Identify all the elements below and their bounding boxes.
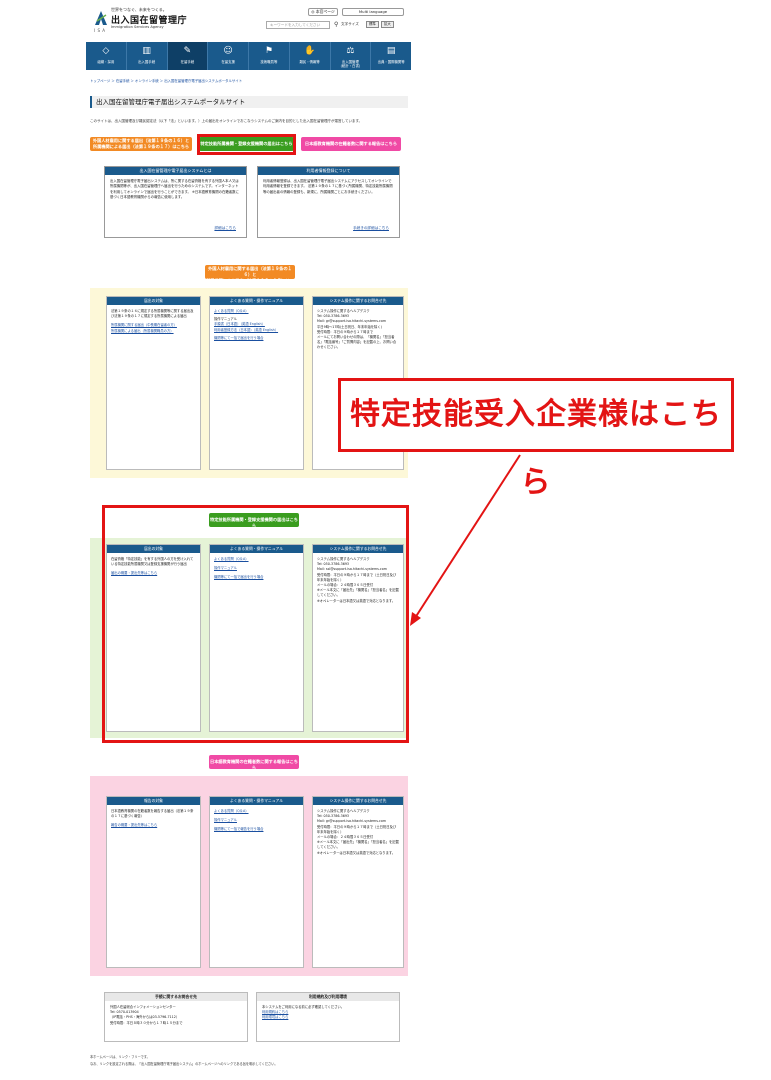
notice-target-column: 届出の対象 法第１９条の１６に規定する所属機関等に関する届出及び法第１９条の１７… <box>106 296 201 470</box>
font-size-label: 文字サイズ <box>341 22 359 26</box>
footer-note: なお、リンクを設定される際は、「出入国在留管理庁電子届出システム」のホームページ… <box>90 1062 278 1066</box>
callout-label: 特定技能受入企業様はこちら <box>338 378 734 500</box>
bulk-link[interactable]: 機関等にて一括で届出を行う場合 <box>214 336 299 341</box>
nav-icon: ✋ <box>304 46 316 56</box>
manual-link[interactable]: 操作マニュアル <box>214 818 299 823</box>
notice-link[interactable]: 所属機関による届出（所属機関職員の方） <box>111 329 196 334</box>
agency-logo-icon[interactable] <box>94 9 108 27</box>
nav-item-support[interactable]: ☺ 在留支援 <box>208 42 249 70</box>
bulk-link[interactable]: 機関等にて一括で報告を行う場合 <box>214 827 299 832</box>
font-size-large-button[interactable]: 拡大 <box>381 21 394 28</box>
intro-text: このサイトは、出入国管理及び難民認定法（以下「法」といいます。）上の届出をオンラ… <box>90 119 363 123</box>
page-title: 出入国在留管理庁電子届出システムポータルサイト <box>90 96 408 108</box>
agency-name-en: Immigration Services Agency <box>111 25 164 29</box>
nav-icon: ▥ <box>142 46 151 56</box>
nav-item-international[interactable]: ▤ 出典・国際機関等 <box>371 42 411 70</box>
system-overview-panel: 出入国在留管理庁電子届出システムとは 出入国在留管理庁電子届出システムは、所に関… <box>104 166 247 238</box>
contact-column: システム操作に関するお問合せ先 システム操作に関するヘルプデスク Tel: 05… <box>312 796 404 968</box>
search-input[interactable]: キーワードを入力してください <box>266 21 330 29</box>
nav-icon: ⚑ <box>264 46 273 56</box>
search-icon[interactable]: ⚲ <box>334 21 338 28</box>
nav-icon: ⚖ <box>346 46 355 56</box>
japanese-school-section: 報告の対象 日本語教育機関の在籍者数を報告する届出（法第１９条の１７に基づく報告… <box>90 776 408 976</box>
faq-manual-column: よくある質問・操作マニュアル よくある質問（Q＆A） 操作マニュアル 機関等にて… <box>209 796 304 968</box>
faq-link[interactable]: よくある質問（Q＆A） <box>214 309 299 314</box>
nav-item-immigration[interactable]: ▥ 出入国手続 <box>127 42 168 70</box>
foreign-employment-section-button[interactable]: 外国人材雇用に関する届出（法第１９条の１６）と 所属機関による届出（法第１９条の… <box>205 265 295 289</box>
procedure-contact-box: 手続に関するお問合せ先 外国人在留総合インフォメーションセンター Tel: 05… <box>104 992 248 1042</box>
global-nav: ◇ 組織・採用 ▥ 出入国手続 ✎ 在留手続 ☺ 在留支援 ⚑ 技術職員等 ✋ 難民・情報等… <box>86 42 411 70</box>
report-summary-link[interactable]: 報告の概要・提出先等はこちら <box>111 823 196 828</box>
isa-label: I S A <box>94 28 106 33</box>
highlight-box-section <box>102 505 409 743</box>
manual-link[interactable]: 利用者登録方法（日本語）（英語 English） <box>214 328 299 333</box>
nav-item-statistics[interactable]: ⚖ 出入国管理 (統計・白書) <box>331 42 372 70</box>
nav-item-refugee[interactable]: ✋ 難民・情報等 <box>290 42 331 70</box>
contact-body: システム操作に関するヘルプデスク Tel: 050-3786-3693 Mail… <box>317 309 397 350</box>
nav-icon: ▤ <box>386 46 396 56</box>
user-registration-panel: 利用者情報登録について 利用者情報登録は、出入国在留管理庁電子届出システムにアク… <box>257 166 400 238</box>
panel-title: 出入国在留管理庁電子届出システムとは <box>105 167 246 175</box>
nav-item-residence[interactable]: ✎ 在留手続 <box>167 42 209 70</box>
terms-box: 利用規約及び利用環境 本システムをご利用になる前に必ず確認してください。 利用規… <box>256 992 400 1042</box>
panel-body: 利用者情報登録は、出入国在留管理庁電子届出システムにアクセスしてオンラインで利用… <box>263 179 393 194</box>
environment-link[interactable]: 利用環境はこちら <box>262 1015 394 1020</box>
breadcrumb[interactable]: トップページ ＞ 在留手続 ＞ オンライン手続 ＞ 出入国在留管理庁電子届出シス… <box>90 78 242 83</box>
nav-item-technical[interactable]: ⚑ 技術職員等 <box>249 42 290 70</box>
contact-body: システム操作に関するヘルプデスク Tel: 050-3786-3693 Mail… <box>317 809 399 855</box>
header: 世界をつなぐ、未来をつくる。 出入国在留管理庁 Immigration Serv… <box>86 0 411 40</box>
panel-title: 利用者情報登録について <box>258 167 399 175</box>
top-page-button[interactable]: ◎ 本官ページ <box>308 8 338 16</box>
foreign-employment-notice-button[interactable]: 外国人材雇用に関する届出（法第１９条の１６）と 所属機関による届出（法第１９条の… <box>90 137 192 151</box>
nav-icon: ◇ <box>102 46 110 56</box>
details-link[interactable]: 詳細はこちら <box>214 226 236 231</box>
japanese-school-report-button[interactable]: 日本語教育機関の在籍者数に関する報告はこちら <box>301 137 401 151</box>
highlight-box-top <box>197 134 296 155</box>
report-target-column: 報告の対象 日本語教育機関の在籍者数を報告する届出（法第１９条の１７に基づく報告… <box>106 796 201 968</box>
footer-note: 本ホームページは、リンク・フリーです。 <box>90 1055 150 1059</box>
nav-icon: ☺ <box>223 46 233 56</box>
faq-link[interactable]: よくある質問（Q＆A） <box>214 809 299 814</box>
nav-icon: ✎ <box>183 46 192 56</box>
faq-manual-column: よくある質問・操作マニュアル よくある質問（Q＆A） 操作マニュアル 手順書（日… <box>209 296 304 470</box>
panel-body: 出入国在留管理庁電子届出システムは、所に関する在留資格を有する外国人本人又は所属… <box>110 179 239 200</box>
multi-language-button[interactable]: Multi language <box>342 8 404 16</box>
japanese-school-section-button[interactable]: 日本語教育機関の在籍者数に関する報告はこちら <box>209 755 299 770</box>
nav-item-organization[interactable]: ◇ 組織・採用 <box>86 42 127 70</box>
font-size-normal-button[interactable]: 標準 <box>366 21 379 28</box>
procedure-link[interactable]: 手続きの詳細はこちら <box>353 226 389 231</box>
